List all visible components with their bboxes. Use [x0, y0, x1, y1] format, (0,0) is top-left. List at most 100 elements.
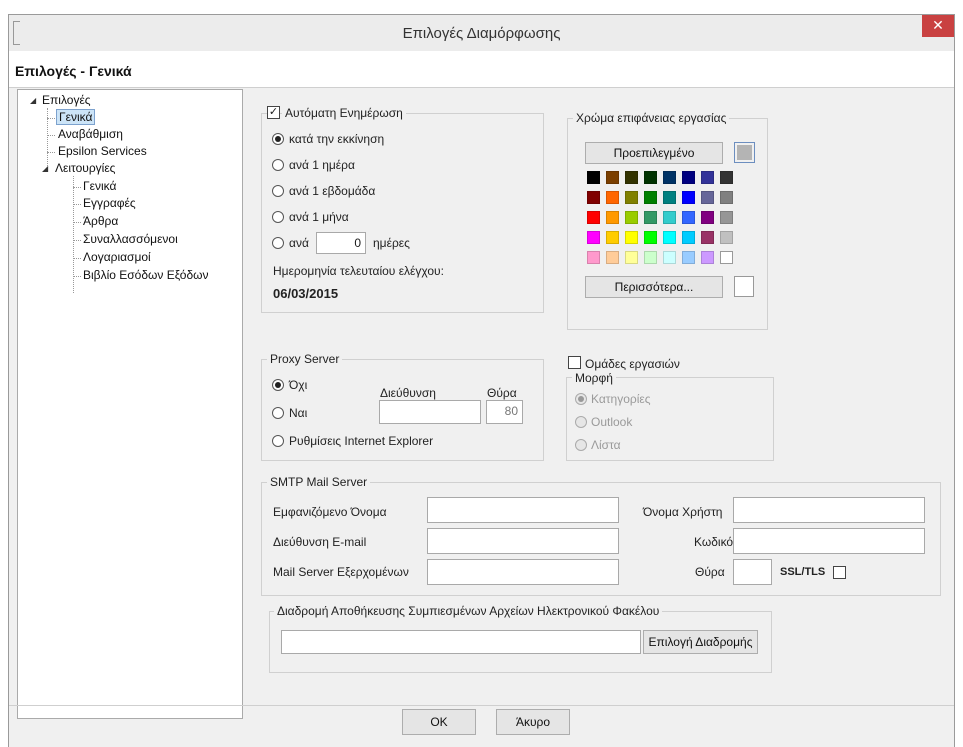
- color-swatch[interactable]: [644, 231, 657, 244]
- color-swatch[interactable]: [701, 211, 714, 224]
- tree-item-options[interactable]: Επιλογές: [42, 93, 91, 107]
- more-colors-button[interactable]: Περισσότερα...: [585, 276, 723, 298]
- update-every-n-days-radio[interactable]: [272, 237, 284, 249]
- color-swatch[interactable]: [587, 231, 600, 244]
- color-swatch[interactable]: [644, 211, 657, 224]
- update-monthly-label: ανά 1 μήνα: [289, 210, 349, 224]
- days-unit-label: ημέρες: [373, 236, 410, 250]
- color-swatch[interactable]: [720, 171, 733, 184]
- tree-item-upgrade[interactable]: Αναβάθμιση: [58, 127, 123, 141]
- smtp-username-input[interactable]: [733, 497, 925, 523]
- smtp-email-label: Διεύθυνση E-mail: [273, 535, 367, 549]
- color-swatch[interactable]: [644, 171, 657, 184]
- auto-update-checkbox[interactable]: ✓: [267, 106, 280, 119]
- update-monthly-radio[interactable]: [272, 211, 284, 223]
- ok-button[interactable]: OK: [402, 709, 476, 735]
- default-color-button[interactable]: Προεπιλεγμένο: [585, 142, 723, 164]
- collapse-icon[interactable]: ◢: [30, 96, 36, 105]
- update-weekly-radio[interactable]: [272, 185, 284, 197]
- close-button[interactable]: ✕: [922, 15, 954, 37]
- ssl-tls-checkbox[interactable]: [833, 566, 846, 579]
- proxy-ie-settings-radio[interactable]: [272, 435, 284, 447]
- update-daily-radio[interactable]: [272, 159, 284, 171]
- proxy-address-input[interactable]: [379, 400, 481, 424]
- color-swatch[interactable]: [606, 251, 619, 264]
- color-swatch[interactable]: [663, 211, 676, 224]
- color-swatch[interactable]: [663, 171, 676, 184]
- tree-line: [73, 276, 81, 277]
- tree-item-counterparties[interactable]: Συναλλασσόμενοι: [83, 232, 178, 246]
- color-swatch[interactable]: [682, 211, 695, 224]
- cancel-button[interactable]: Άκυρο: [496, 709, 570, 735]
- color-swatch[interactable]: [720, 231, 733, 244]
- color-swatch[interactable]: [606, 231, 619, 244]
- smtp-password-input[interactable]: [733, 528, 925, 554]
- color-swatch[interactable]: [587, 171, 600, 184]
- tree-line: [73, 187, 81, 188]
- smtp-outgoing-input[interactable]: [427, 559, 619, 585]
- proxy-yes-label: Ναι: [289, 406, 308, 420]
- current-color-swatch[interactable]: [734, 142, 755, 163]
- color-swatch[interactable]: [720, 191, 733, 204]
- format-categories-radio[interactable]: [575, 393, 587, 405]
- color-swatch[interactable]: [682, 171, 695, 184]
- color-swatch[interactable]: [587, 251, 600, 264]
- smtp-port-input[interactable]: [733, 559, 772, 585]
- color-swatch[interactable]: [587, 211, 600, 224]
- format-outlook-label: Outlook: [591, 415, 633, 429]
- color-swatch[interactable]: [625, 251, 638, 264]
- color-swatch[interactable]: [720, 211, 733, 224]
- color-swatch[interactable]: [682, 191, 695, 204]
- color-swatch[interactable]: [625, 231, 638, 244]
- proxy-no-radio[interactable]: [272, 379, 284, 391]
- update-every-label: ανά: [289, 236, 309, 250]
- color-swatch[interactable]: [625, 191, 638, 204]
- tree-item-income-expense-book[interactable]: Βιβλίο Εσόδων Εξόδων: [83, 268, 209, 282]
- color-swatch[interactable]: [625, 171, 638, 184]
- options-tree[interactable]: ◢ Επιλογές Γενικά Αναβάθμιση Epsilon Ser…: [17, 89, 243, 719]
- color-swatch[interactable]: [720, 251, 733, 264]
- color-swatch[interactable]: [701, 231, 714, 244]
- archive-path-input[interactable]: [281, 630, 641, 654]
- color-swatch[interactable]: [587, 191, 600, 204]
- page-title: Επιλογές - Γενικά: [15, 63, 132, 79]
- color-swatch[interactable]: [606, 211, 619, 224]
- color-swatch[interactable]: [644, 251, 657, 264]
- tree-item-articles[interactable]: Άρθρα: [83, 214, 118, 228]
- color-swatch[interactable]: [606, 191, 619, 204]
- color-swatch[interactable]: [701, 191, 714, 204]
- proxy-yes-radio[interactable]: [272, 407, 284, 419]
- color-swatch[interactable]: [663, 231, 676, 244]
- tree-item-epsilon-services[interactable]: Epsilon Services: [58, 144, 147, 158]
- color-swatch[interactable]: [663, 191, 676, 204]
- update-on-startup-radio[interactable]: [272, 133, 284, 145]
- color-swatch[interactable]: [682, 231, 695, 244]
- tree-item-general[interactable]: Γενικά: [56, 109, 96, 125]
- smtp-display-name-input[interactable]: [427, 497, 619, 523]
- color-swatch[interactable]: [682, 251, 695, 264]
- color-swatch[interactable]: [606, 171, 619, 184]
- smtp-email-input[interactable]: [427, 528, 619, 554]
- days-input[interactable]: 0: [316, 232, 366, 254]
- color-swatch[interactable]: [663, 251, 676, 264]
- last-check-date: 06/03/2015: [273, 286, 339, 301]
- workgroups-checkbox[interactable]: [568, 356, 581, 369]
- browse-path-button[interactable]: Επιλογή Διαδρομής: [643, 630, 758, 654]
- color-swatch[interactable]: [701, 171, 714, 184]
- format-outlook-radio[interactable]: [575, 416, 587, 428]
- options-dialog: Επιλογές Διαμόρφωσης ✕ Επιλογές - Γενικά…: [8, 14, 955, 747]
- custom-color-swatch[interactable]: [734, 276, 754, 297]
- color-swatch[interactable]: [625, 211, 638, 224]
- proxy-port-input[interactable]: 80: [486, 400, 523, 424]
- collapse-icon[interactable]: ◢: [42, 164, 48, 173]
- smtp-title: SMTP Mail Server: [267, 475, 371, 489]
- tree-item-entries[interactable]: Εγγραφές: [83, 196, 136, 210]
- format-list-radio[interactable]: [575, 439, 587, 451]
- tree-line: [73, 258, 81, 259]
- color-swatch[interactable]: [644, 191, 657, 204]
- tree-item-accounts[interactable]: Λογαριασμοί: [83, 250, 151, 264]
- tree-item-functions-general[interactable]: Γενικά: [83, 179, 116, 193]
- tree-line: [47, 135, 55, 136]
- color-swatch[interactable]: [701, 251, 714, 264]
- tree-item-functions[interactable]: Λειτουργίες: [55, 161, 115, 175]
